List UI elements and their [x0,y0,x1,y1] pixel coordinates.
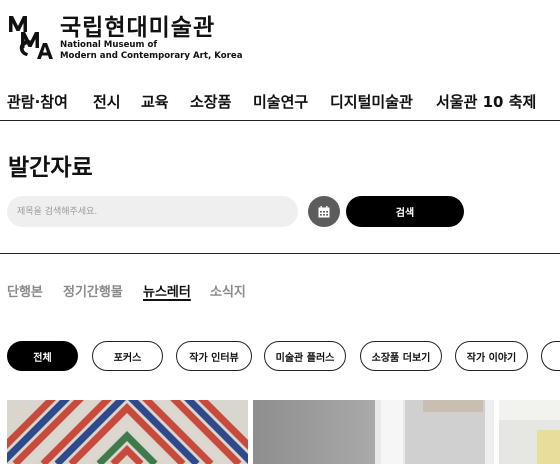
tab-periodicals[interactable]: 정기간행물 [63,281,123,300]
calendar-button[interactable] [308,196,340,227]
tab-books[interactable]: 단행본 [7,281,43,300]
filter-more[interactable] [541,341,560,371]
mmca-logo-icon [9,16,53,59]
filter-museum-plus[interactable]: 미술관 플러스 [264,341,346,371]
search-divider [0,253,560,254]
nav-item-exhibitions[interactable]: 전시 [93,91,121,112]
filter-all[interactable]: 전체 [7,341,78,371]
newsletter-thumbnail[interactable] [253,400,494,464]
newsletter-thumbnail[interactable] [499,400,560,464]
filter-artist-interview[interactable]: 작가 인터뷰 [176,341,252,371]
nav-divider [0,120,560,121]
search-button[interactable]: 검색 [346,196,464,227]
gallery-photo-image [253,400,494,464]
site-subtitle: National Museum of Modern and Contempora… [60,40,243,61]
nav-item-education[interactable]: 교육 [141,91,169,112]
nav-item-research[interactable]: 미술연구 [253,91,308,112]
nav-item-collection[interactable]: 소장품 [190,91,231,112]
page-title: 발간자료 [8,155,93,181]
gallery-photo-image [499,400,560,464]
tab-newsletter[interactable]: 뉴스레터 [143,281,191,300]
filter-collection-more[interactable]: 소장품 더보기 [360,341,442,371]
mmca-logo[interactable] [7,12,55,60]
filter-artist-story[interactable]: 작가 이야기 [455,341,528,371]
site-title[interactable]: 국립현대미술관 [60,8,215,42]
nav-item-visit[interactable]: 관람·참여 [7,91,68,112]
nav-item-seoul-festival[interactable]: 서울관 10 축제 [436,91,536,112]
site-subtitle-line2: Modern and Contemporary Art, Korea [60,50,243,61]
calendar-icon [318,205,330,217]
filter-focus[interactable]: 포커스 [92,341,163,371]
tab-news[interactable]: 소식지 [210,281,246,300]
search-input[interactable] [7,196,298,227]
site-subtitle-line1: National Museum of [60,40,158,50]
artwork-chevron-image [7,400,248,464]
newsletter-thumbnail[interactable] [7,400,248,464]
nav-item-digital[interactable]: 디지털미술관 [330,91,413,112]
